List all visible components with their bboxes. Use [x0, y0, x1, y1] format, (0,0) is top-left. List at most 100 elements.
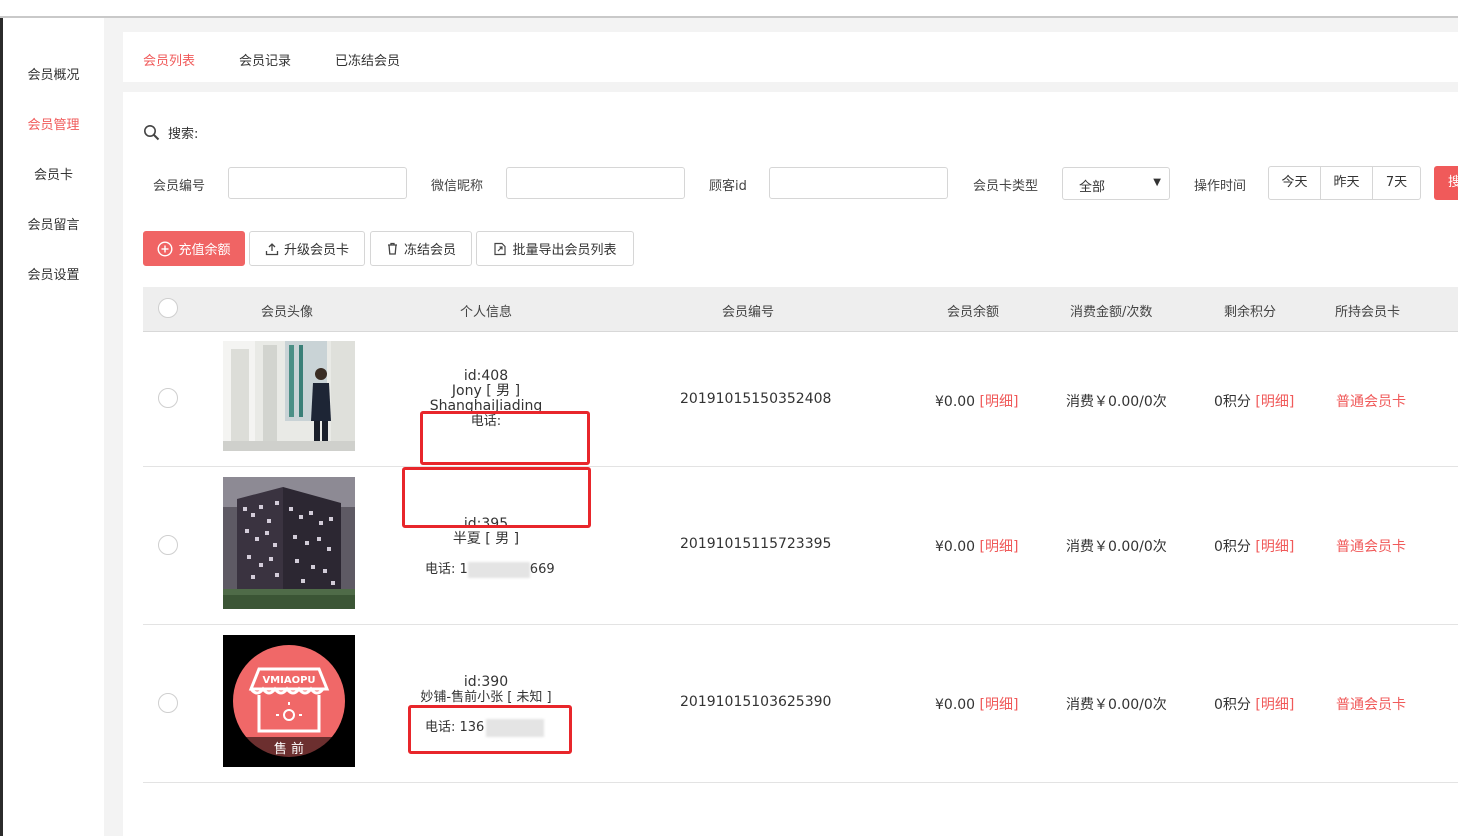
points: 0积分 [明细]: [1214, 694, 1294, 714]
highlight-box: [402, 467, 591, 528]
consume: 消费￥0.00/0次: [1066, 394, 1167, 410]
points-value: 0积分: [1214, 539, 1251, 555]
member-name: 妙铺-售前小张 [ 未知 ]: [420, 690, 552, 705]
wechat-nick-input[interactable]: [506, 167, 685, 199]
header-avatar: 会员头像: [261, 305, 314, 320]
header-points: 剩余积分: [1224, 305, 1277, 320]
customer-id-input[interactable]: [769, 167, 948, 199]
sidebar-item-member-messages[interactable]: 会员留言: [3, 214, 104, 233]
points-detail-link[interactable]: [明细]: [1255, 697, 1294, 713]
card-type-select[interactable]: 全部 ▼: [1062, 167, 1170, 200]
table-row: VMIAOPU 售 前 id:390 妙铺-售前小张 [ 未知 ] 电话: 13…: [143, 625, 1458, 783]
row-select-radio[interactable]: [158, 535, 178, 555]
row-select-radio[interactable]: [158, 388, 178, 408]
export-label: 批量导出会员列表: [512, 243, 617, 258]
search-button[interactable]: 搜: [1434, 166, 1458, 200]
tab-member-records[interactable]: 会员记录: [239, 50, 291, 69]
yesterday-button[interactable]: 昨天: [1321, 167, 1373, 199]
select-all-radio[interactable]: [158, 298, 178, 318]
export-icon: [494, 242, 507, 255]
member-no: 20191015103625390: [680, 694, 832, 710]
balance-detail-link[interactable]: [明细]: [980, 697, 1019, 713]
recharge-balance-button[interactable]: 充值余额: [143, 231, 245, 266]
wechat-nick-label: 微信昵称: [431, 179, 484, 194]
member-card-link[interactable]: 普通会员卡: [1336, 536, 1406, 556]
member-phone: 电话: 1 669: [425, 558, 555, 578]
member-card-link[interactable]: 普通会员卡: [1336, 694, 1406, 714]
balance: ¥0.00 [明细]: [935, 694, 1018, 714]
member-no-input[interactable]: [228, 167, 407, 199]
search-icon: [144, 124, 160, 140]
row-select-radio[interactable]: [158, 693, 178, 713]
points-value: 0积分: [1214, 394, 1251, 410]
member-no-label: 会员编号: [153, 179, 206, 194]
search-label: 搜索:: [168, 126, 199, 142]
member-name: 半夏 [ 男 ]: [452, 531, 520, 547]
balance-detail-link[interactable]: [明细]: [980, 394, 1019, 410]
main-panel: 搜索: 会员编号 微信昵称 顾客id 会员卡类型 全部 ▼ 操作时间 今天 昨天…: [123, 92, 1458, 836]
balance-detail-link[interactable]: [明细]: [980, 539, 1019, 555]
avatar-brand: VMIAOPU: [262, 675, 316, 686]
trash-icon: [387, 242, 397, 255]
member-card-link[interactable]: 普通会员卡: [1336, 391, 1406, 411]
header-member-no: 会员编号: [722, 305, 775, 320]
header-balance: 会员余额: [947, 305, 1000, 320]
top-bar: [0, 0, 1458, 18]
points: 0积分 [明细]: [1214, 391, 1294, 411]
member-id: id:390: [463, 674, 509, 690]
upgrade-card-button[interactable]: 升级会员卡: [249, 231, 365, 266]
points-value: 0积分: [1214, 697, 1251, 713]
balance-value: ¥0.00: [935, 394, 976, 410]
customer-id-label: 顾客id: [709, 179, 747, 194]
points-detail-link[interactable]: [明细]: [1255, 539, 1294, 555]
header-personal-info: 个人信息: [460, 305, 513, 320]
header-consume: 消费金额/次数: [1070, 305, 1153, 320]
sidebar-item-member-card[interactable]: 会员卡: [3, 164, 104, 183]
table-header: 会员头像 个人信息 会员编号 会员余额 消费金额/次数 剩余积分 所持会员卡: [143, 287, 1458, 332]
header-member-card: 所持会员卡: [1335, 305, 1401, 320]
points: 0积分 [明细]: [1214, 536, 1294, 556]
freeze-member-button[interactable]: 冻结会员: [370, 231, 472, 266]
sidebar-item-member-settings[interactable]: 会员设置: [3, 264, 104, 283]
points-detail-link[interactable]: [明细]: [1255, 394, 1294, 410]
card-type-label: 会员卡类型: [973, 179, 1039, 194]
member-no: 20191015115723395: [680, 536, 832, 552]
consume: 消费￥0.00/0次: [1066, 697, 1167, 713]
sidebar-item-overview[interactable]: 会员概况: [3, 64, 104, 83]
seven-days-button[interactable]: 7天: [1373, 167, 1420, 199]
plus-circle-icon: [157, 240, 173, 257]
avatar: VMIAOPU 售 前: [223, 635, 355, 767]
tab-frozen-members[interactable]: 已冻结会员: [335, 50, 400, 69]
sidebar-item-member-management[interactable]: 会员管理: [3, 114, 104, 133]
search-section-title: 搜索:: [143, 122, 198, 142]
sidebar: 会员概况 会员管理 会员卡 会员留言 会员设置: [3, 18, 104, 836]
highlight-box: [420, 411, 590, 465]
op-time-label: 操作时间: [1194, 179, 1247, 194]
time-range-buttons: 今天 昨天 7天: [1268, 166, 1421, 200]
upgrade-label: 升级会员卡: [283, 243, 349, 258]
tab-member-list[interactable]: 会员列表: [143, 50, 195, 69]
recharge-label: 充值余额: [178, 243, 231, 258]
consume: 消费￥0.00/0次: [1066, 539, 1167, 555]
today-button[interactable]: 今天: [1269, 167, 1321, 199]
balance: ¥0.00 [明细]: [935, 536, 1018, 556]
card-type-value: 全部: [1079, 180, 1106, 195]
balance: ¥0.00 [明细]: [935, 391, 1018, 411]
personal-info: id:390 妙铺-售前小张 [ 未知 ]: [356, 674, 616, 706]
avatar: [223, 341, 355, 451]
avatar: [223, 477, 355, 609]
balance-value: ¥0.00: [935, 697, 976, 713]
phone-prefix: 电话: 1: [425, 562, 468, 577]
chevron-down-icon: ▼: [1153, 177, 1161, 188]
avatar-caption: 售 前: [273, 742, 305, 757]
freeze-label: 冻结会员: [403, 243, 456, 258]
member-name: Jony [ 男 ]: [451, 383, 521, 399]
balance-value: ¥0.00: [935, 539, 976, 555]
export-member-list-button[interactable]: 批量导出会员列表: [476, 231, 634, 266]
upload-icon: [265, 242, 279, 255]
phone-suffix: 669: [529, 562, 555, 577]
table-row: id:395 半夏 [ 男 ] 电话: 1 669 201910151157233…: [143, 467, 1458, 625]
member-no: 20191015150352408: [680, 391, 832, 407]
table-row: id:408 Jony [ 男 ] ShanghaiJiading 电话: 20…: [143, 331, 1458, 467]
tab-bar: 会员列表 会员记录 已冻结会员: [123, 32, 1458, 82]
